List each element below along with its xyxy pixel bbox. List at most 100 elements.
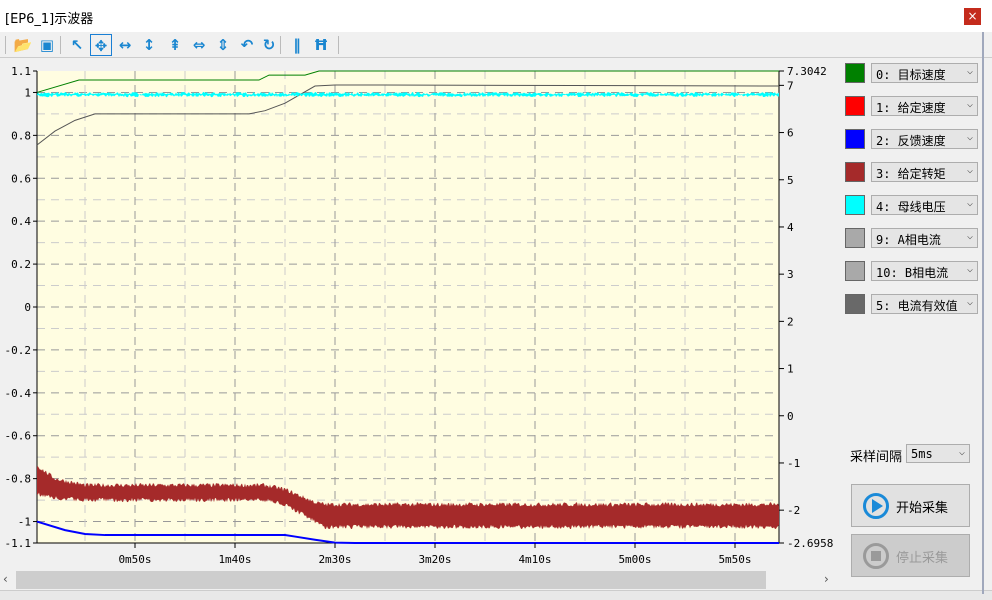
window-title: [EP6_1]示波器 — [5, 8, 93, 27]
pan-horizontal-icon[interactable]: ↔ — [114, 34, 136, 56]
start-capture-label: 开始采集 — [896, 497, 948, 516]
stop-capture-label: 停止采集 — [896, 547, 948, 566]
oscilloscope-chart[interactable]: 1.1 1 0.8 0.6 0.4 0.2 0 -0.2 -0.4 -0.6 -0.8 -1 -1.1 7… — [0, 58, 840, 571]
pointer-icon[interactable]: ↖ — [66, 34, 88, 56]
y-tick-label: -1 — [18, 516, 31, 529]
y-tick-label: -0.2 — [5, 344, 32, 357]
y2-tick-label: -2.6958 — [787, 537, 833, 550]
channel-color-swatch[interactable] — [845, 294, 865, 314]
undo-icon[interactable]: ↶ — [236, 34, 258, 56]
channel-color-swatch[interactable] — [845, 63, 865, 83]
zoom-fit-y-icon[interactable]: ⇞ — [164, 34, 186, 56]
channel-select[interactable]: 2: 反馈速度⌵ — [871, 129, 978, 149]
play-icon — [863, 493, 889, 519]
stop-capture-button[interactable]: 停止采集 — [851, 534, 970, 577]
channel-select[interactable]: 1: 给定速度 ⌵ — [871, 96, 978, 116]
sampling-select[interactable]: 5ms ⌵ — [906, 444, 970, 463]
channel-select[interactable]: 9: A相电流 ⌵ — [871, 228, 978, 248]
pan-vertical-icon[interactable]: ↕ — [138, 34, 160, 56]
y2-tick-label: 6 — [787, 127, 794, 140]
channel-select[interactable]: 0: 目标速度 ⌵ — [871, 63, 978, 83]
x-tick-label: 0m50s — [118, 553, 151, 566]
y-tick-label: 0.6 — [11, 172, 31, 185]
toolbar: 📂▣ ↖✥↔↕⇞⇔⇕↶↻ ‖Ħ — [0, 32, 992, 58]
channel-select[interactable]: 5: 电流有效值 ⌵ — [871, 294, 978, 314]
sampling-value: 5ms — [911, 447, 933, 461]
zoom-fit-x-icon[interactable]: ⇔ — [188, 34, 210, 56]
channel-color-swatch[interactable] — [845, 228, 865, 248]
y-tick-label: 0.8 — [11, 129, 31, 142]
chevron-down-icon: ⌵ — [967, 165, 973, 176]
open-folder-icon[interactable]: 📂 — [12, 34, 34, 56]
chevron-down-icon: ⌵ — [967, 99, 973, 110]
sampling-label: 采样间隔 — [850, 446, 902, 465]
channel-label: 10: B相电流 — [876, 266, 948, 280]
chevron-down-icon: ⌵ — [959, 447, 965, 458]
y2-tick-label: -1 — [787, 457, 800, 470]
channel-select[interactable]: 10: B相电流 ⌵ — [871, 261, 978, 281]
x-tick-label: 4m10s — [518, 553, 551, 566]
toolbar-separator — [280, 36, 281, 54]
y-tick-label: 1 — [24, 86, 31, 99]
channel-label: 1: 给定速度 — [876, 101, 946, 115]
y2-tick-label: 3 — [787, 268, 794, 281]
y-tick-label: -0.6 — [5, 430, 32, 443]
y-tick-label: -0.4 — [5, 387, 32, 400]
x-tick-label: 5m50s — [718, 553, 751, 566]
chevron-down-icon: ⌵ — [967, 66, 973, 77]
channel-color-swatch[interactable] — [845, 261, 865, 281]
channel-label: 4: 母线电压 — [876, 200, 946, 214]
chevron-down-icon: ⌵ — [967, 231, 973, 242]
chevron-down-icon: ⌵ — [967, 297, 973, 308]
channel-label: 3: 给定转矩 — [876, 167, 946, 181]
y2-tick-label: 4 — [787, 221, 794, 234]
channel-select[interactable]: 4: 母线电压 ⌵ — [871, 195, 978, 215]
scroll-left-icon[interactable]: ‹ — [3, 572, 8, 586]
y-tick-label: -0.8 — [5, 473, 32, 486]
y2-tick-label: 5 — [787, 174, 794, 187]
start-capture-button[interactable]: 开始采集 — [851, 484, 970, 527]
save-icon[interactable]: ▣ — [36, 34, 58, 56]
x-tick-label: 3m20s — [418, 553, 451, 566]
chevron-down-icon: ⌵ — [967, 132, 973, 143]
zoom-fit-icon[interactable]: ⇕ — [212, 34, 234, 56]
refresh-icon[interactable]: ↻ — [258, 34, 280, 56]
y2-tick-label: 1 — [787, 363, 794, 376]
toolbar-separator — [60, 36, 61, 54]
y2-tick-label: 7 — [787, 79, 794, 92]
horizontal-scrollbar[interactable]: ‹ › — [0, 571, 838, 589]
y2-tick-label: 7.3042 — [787, 65, 827, 78]
y-tick-label: 1.1 — [11, 65, 31, 78]
channel-color-swatch[interactable] — [845, 129, 865, 149]
y-tick-label: 0.4 — [11, 215, 31, 228]
pan-all-icon[interactable]: ✥ — [90, 34, 112, 56]
channel-color-swatch[interactable] — [845, 162, 865, 182]
x-tick-label: 2m30s — [318, 553, 351, 566]
channel-color-swatch[interactable] — [845, 195, 865, 215]
cursor-measure-icon[interactable]: Ħ — [310, 34, 332, 56]
toolbar-separator — [5, 36, 6, 54]
toolbar-separator — [338, 36, 339, 54]
y2-tick-label: -2 — [787, 504, 800, 517]
scroll-right-icon[interactable]: › — [824, 572, 829, 586]
channel-color-swatch[interactable] — [845, 96, 865, 116]
scrollbar-thumb[interactable] — [16, 571, 766, 589]
y2-tick-label: 2 — [787, 315, 794, 328]
cursor-pair-icon[interactable]: ‖ — [286, 34, 308, 56]
close-button[interactable]: × — [964, 8, 981, 25]
y-tick-label: 0 — [24, 301, 31, 314]
status-bar — [0, 590, 992, 600]
stop-icon — [863, 543, 889, 569]
panel-border — [982, 32, 984, 594]
channel-label: 5: 电流有效值 — [876, 299, 958, 313]
x-tick-label: 1m40s — [218, 553, 251, 566]
chevron-down-icon: ⌵ — [967, 264, 973, 275]
y-tick-label: -1.1 — [5, 537, 32, 550]
y-tick-label: 0.2 — [11, 258, 31, 271]
chevron-down-icon: ⌵ — [967, 198, 973, 209]
channel-select[interactable]: 3: 给定转矩 ⌵ — [871, 162, 978, 182]
channel-label: 9: A相电流 — [876, 233, 941, 247]
title-bar: [EP6_1]示波器 × — [0, 0, 992, 32]
channel-label: 0: 目标速度 — [876, 68, 946, 82]
x-tick-label: 5m00s — [618, 553, 651, 566]
